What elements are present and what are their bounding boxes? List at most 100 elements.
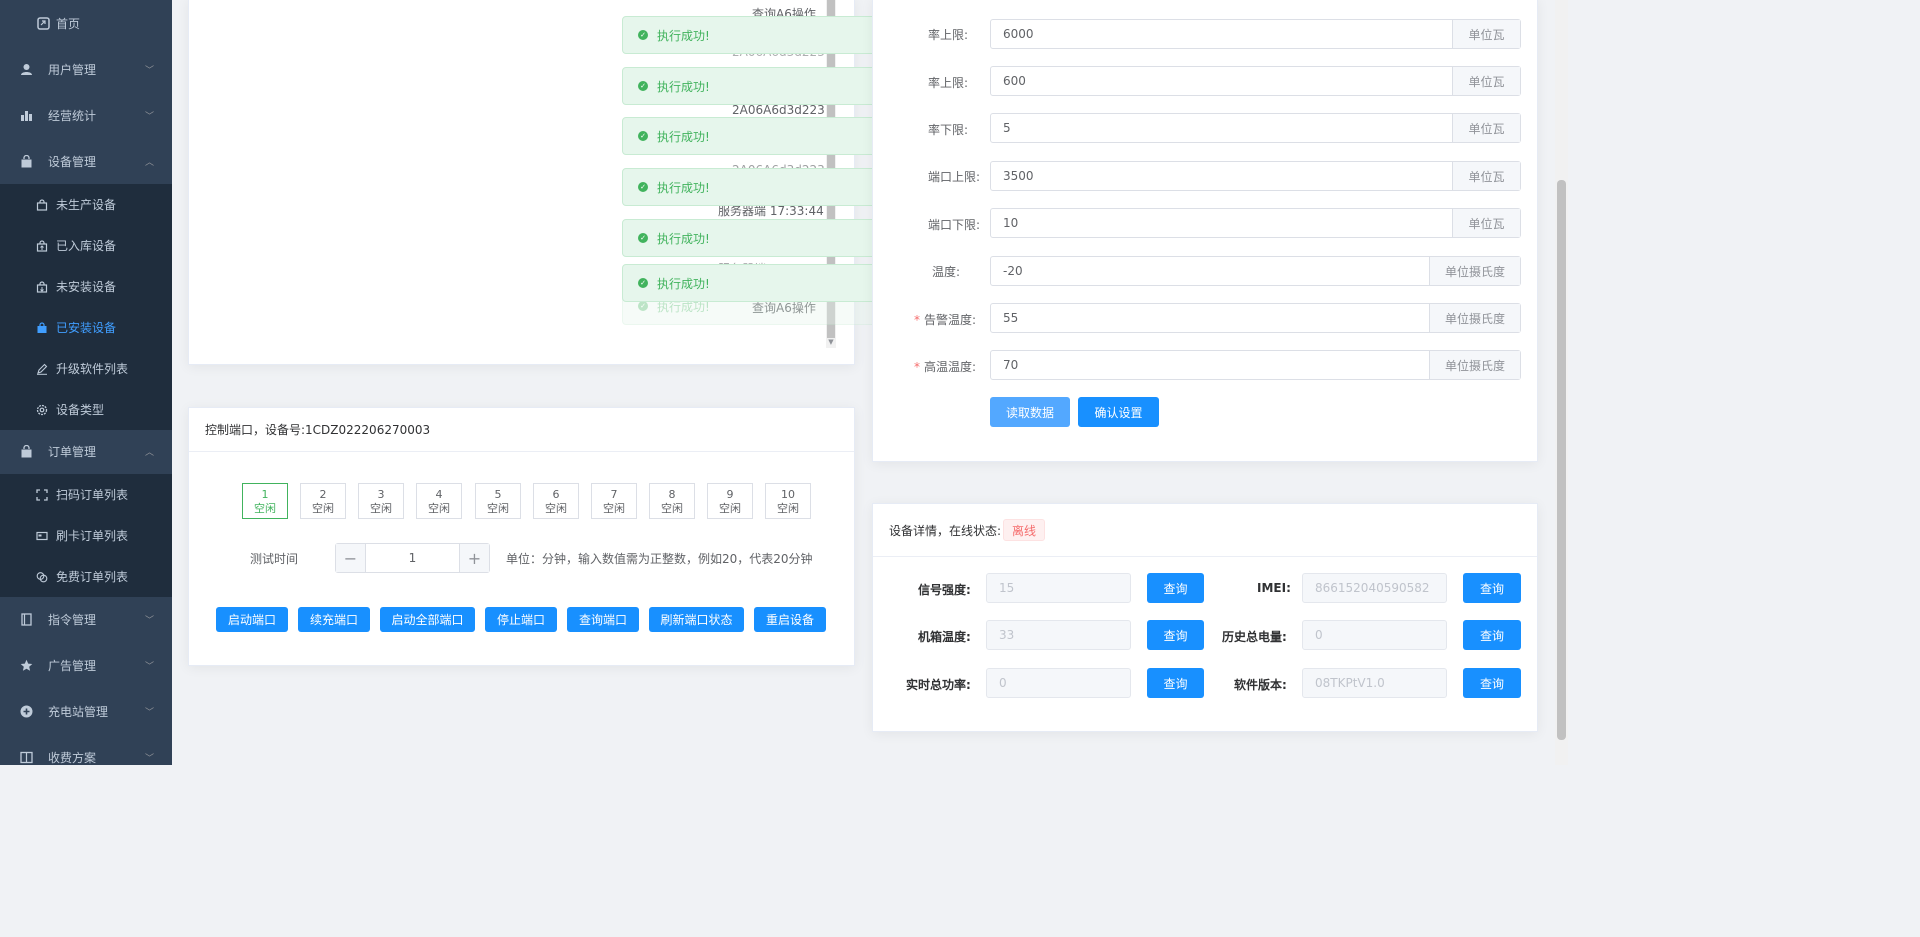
sidebar-item-label: 免费订单列表 <box>56 570 129 584</box>
port-upper-limit-input[interactable]: 3500 单位瓦 <box>990 161 1521 191</box>
port-8[interactable]: 8 空闲 <box>649 483 695 519</box>
sidebar-item-label: 经营统计 <box>48 108 97 123</box>
high-temp-input[interactable]: 70 单位摄氏度 <box>990 350 1521 380</box>
sidebar-item-label: 收费方案 <box>48 750 97 765</box>
edit-icon <box>35 362 49 376</box>
port-10[interactable]: 10 空闲 <box>765 483 811 519</box>
sidebar: 首页 用户管理 ﹀ 经营统计 ﹀ 设备管理 ︿ 未生产设备 已入库设备 未安装设… <box>0 0 172 765</box>
query-software-version-button[interactable]: 查询 <box>1463 668 1521 698</box>
port-2[interactable]: 2 空闲 <box>300 483 346 519</box>
query-total-energy-button[interactable]: 查询 <box>1463 620 1521 650</box>
software-version-label: 软件版本: <box>1234 678 1287 692</box>
sidebar-item-card-orders[interactable]: 刷卡订单列表 <box>0 515 172 556</box>
sidebar-item-home[interactable]: 首页 <box>0 0 172 46</box>
unit-hint: 单位：分钟，输入数值需为正整数，例如20，代表20分钟 <box>506 552 813 566</box>
sidebar-item-command-management[interactable]: 指令管理 ﹀ <box>0 596 172 642</box>
port-9[interactable]: 9 空闲 <box>707 483 753 519</box>
port-5[interactable]: 5 空闲 <box>475 483 521 519</box>
port-6[interactable]: 6 空闲 <box>533 483 579 519</box>
query-case-temp-button[interactable]: 查询 <box>1147 620 1204 650</box>
power-lower-limit-input[interactable]: 5 单位瓦 <box>990 113 1521 143</box>
sidebar-item-label: 首页 <box>56 16 81 31</box>
test-time-input[interactable]: 1 <box>366 544 459 572</box>
start-port-button[interactable]: 启动端口 <box>216 607 288 632</box>
sidebar-item-user-management[interactable]: 用户管理 ﹀ <box>0 46 172 92</box>
minus-icon[interactable]: − <box>336 544 366 572</box>
user-icon <box>19 62 33 76</box>
alarm-temp-input[interactable]: 55 单位摄氏度 <box>990 303 1521 333</box>
star-icon <box>19 658 33 672</box>
total-power-label: 实时总功率: <box>906 678 971 692</box>
bag-in-icon <box>35 239 49 253</box>
chevron-down-icon: ﹀ <box>145 707 155 718</box>
form-label: * 告警温度: <box>914 313 977 327</box>
form-label: 率下限: <box>928 123 969 137</box>
sidebar-item-pricing-plan[interactable]: 收费方案 ﹀ <box>0 734 172 765</box>
signal-strength-label: 信号强度: <box>918 583 971 597</box>
book-icon <box>19 750 33 764</box>
scroll-down-icon[interactable]: ▼ <box>826 336 836 348</box>
sidebar-item-label: 订单管理 <box>48 444 97 459</box>
low-temp-input[interactable]: -20 单位摄氏度 <box>990 256 1521 286</box>
sidebar-item-device-types[interactable]: 设备类型 <box>0 389 172 430</box>
sidebar-item-station-management[interactable]: 充电站管理 ﹀ <box>0 688 172 734</box>
check-circle-icon: ✓ <box>638 182 648 192</box>
port-7[interactable]: 7 空闲 <box>591 483 637 519</box>
sidebar-item-scan-orders[interactable]: 扫码订单列表 <box>0 474 172 515</box>
sidebar-item-free-orders[interactable]: 免费订单列表 <box>0 556 172 597</box>
port-3[interactable]: 3 空闲 <box>358 483 404 519</box>
stop-port-button[interactable]: 停止端口 <box>485 607 557 632</box>
sidebar-item-installed-devices[interactable]: 已安装设备 <box>0 307 172 348</box>
sidebar-item-label: 升级软件列表 <box>56 362 129 376</box>
total-energy-field: 0 <box>1302 620 1447 650</box>
form-label: 率上限: <box>928 28 969 42</box>
form-label: 端口上限: <box>928 170 981 184</box>
sidebar-item-stored-devices[interactable]: 已入库设备 <box>0 225 172 266</box>
chevron-up-icon: ︿ <box>145 447 155 458</box>
sidebar-item-uninstalled-devices[interactable]: 未安装设备 <box>0 266 172 307</box>
continue-charge-button[interactable]: 续充端口 <box>298 607 370 632</box>
chevron-down-icon: ﹀ <box>145 753 155 764</box>
query-signal-button[interactable]: 查询 <box>1147 573 1204 603</box>
query-imei-button[interactable]: 查询 <box>1463 573 1521 603</box>
port-lower-limit-input[interactable]: 10 单位瓦 <box>990 208 1521 238</box>
case-temp-field: 33 <box>986 620 1131 650</box>
power-upper-limit-input[interactable]: 6000 单位瓦 <box>990 19 1521 49</box>
read-data-button[interactable]: 读取数据 <box>990 397 1070 427</box>
bag-filled-icon <box>35 321 49 335</box>
details-header: 设备详情，在线状态: 离线 <box>873 504 1537 557</box>
form-label: 端口下限: <box>928 218 981 232</box>
sidebar-item-device-management[interactable]: 设备管理 ︿ <box>0 138 172 184</box>
book-icon <box>19 612 33 626</box>
query-port-button[interactable]: 查询端口 <box>567 607 639 632</box>
card-icon <box>35 529 49 543</box>
sidebar-item-label: 已入库设备 <box>56 239 117 253</box>
form-label: 率上限: <box>928 76 969 90</box>
sidebar-item-label: 用户管理 <box>48 62 97 77</box>
sidebar-item-upgrade-software[interactable]: 升级软件列表 <box>0 348 172 389</box>
plus-icon[interactable]: + <box>459 544 489 572</box>
power-upper-limit-2-input[interactable]: 600 单位瓦 <box>990 66 1521 96</box>
sidebar-item-unproduced-devices[interactable]: 未生产设备 <box>0 184 172 225</box>
sidebar-item-ad-management[interactable]: 广告管理 ﹀ <box>0 642 172 688</box>
start-all-ports-button[interactable]: 启动全部端口 <box>380 607 475 632</box>
sidebar-item-business-stats[interactable]: 经营统计 ﹀ <box>0 92 172 138</box>
confirm-settings-button[interactable]: 确认设置 <box>1078 397 1159 427</box>
check-circle-icon: ✓ <box>638 278 648 288</box>
device-submenu: 未生产设备 已入库设备 未安装设备 已安装设备 升级软件列表 设备类型 <box>0 184 172 430</box>
refresh-port-status-button[interactable]: 刷新端口状态 <box>649 607 744 632</box>
order-submenu: 扫码订单列表 刷卡订单列表 免费订单列表 <box>0 474 172 597</box>
port-1[interactable]: 1 空闲 <box>242 483 288 519</box>
query-total-power-button[interactable]: 查询 <box>1147 668 1204 698</box>
sidebar-item-label: 未生产设备 <box>56 198 117 212</box>
chevron-down-icon: ﹀ <box>145 111 155 122</box>
chevron-down-icon: ﹀ <box>145 615 155 626</box>
chevron-down-icon: ﹀ <box>145 661 155 672</box>
sidebar-item-label: 广告管理 <box>48 658 97 673</box>
page-scrollbar-thumb[interactable] <box>1557 180 1566 740</box>
bar-chart-icon <box>19 108 33 122</box>
reboot-device-button[interactable]: 重启设备 <box>754 607 826 632</box>
sidebar-item-order-management[interactable]: 订单管理 ︿ <box>0 428 172 474</box>
port-4[interactable]: 4 空闲 <box>416 483 462 519</box>
details-title: 设备详情，在线状态: <box>889 523 1002 538</box>
